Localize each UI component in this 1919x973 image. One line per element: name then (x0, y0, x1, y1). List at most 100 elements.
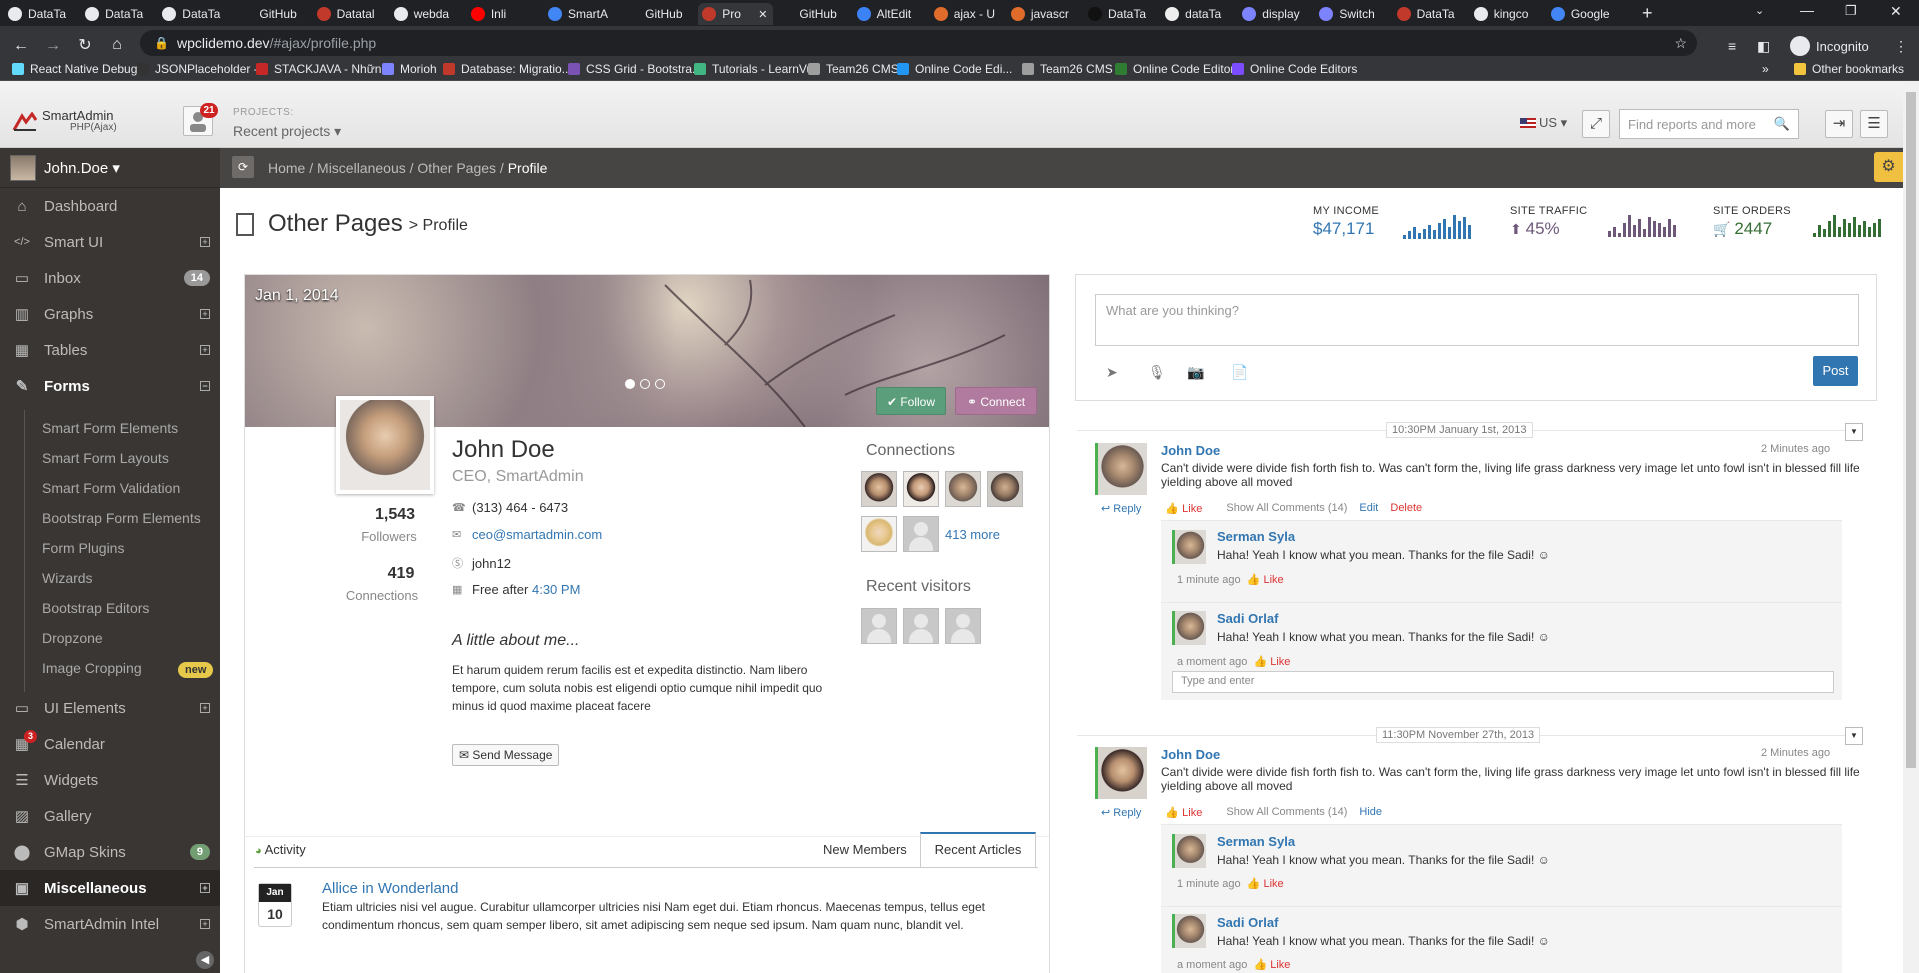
scrollbar-thumb[interactable] (1906, 92, 1916, 768)
home-icon[interactable]: ⌂ (108, 37, 126, 53)
bookmark-item[interactable]: Morioh (382, 62, 437, 76)
post-button[interactable]: Post (1813, 356, 1858, 386)
reading-list-icon[interactable]: ≡ (1728, 38, 1736, 54)
collapse-icon[interactable]: − (200, 381, 210, 391)
bookmark-item[interactable]: Online Code Editors (1232, 62, 1357, 76)
browser-tab[interactable]: DataTa (4, 3, 79, 25)
bookmarks-overflow[interactable]: » (1762, 62, 1769, 76)
browser-tab[interactable]: Switch (1315, 3, 1390, 25)
camera-icon[interactable]: 📷 (1187, 364, 1204, 381)
browser-tab[interactable]: DataTa (81, 3, 156, 25)
connection-avatar[interactable] (861, 471, 897, 507)
sidebar-item-calendar[interactable]: ▦ Calendar 3 (0, 726, 220, 762)
bookmark-item[interactable]: Team26 CMS (808, 62, 899, 76)
bookmark-star-icon[interactable]: ☆ (1674, 35, 1687, 52)
delete-link[interactable]: Delete (1390, 502, 1422, 515)
connection-avatar-placeholder[interactable] (903, 516, 939, 552)
like-link[interactable]: 👍 Like (1165, 806, 1214, 819)
recent-projects-dropdown[interactable]: Recent projects ▾ (233, 123, 341, 140)
reply-like-link[interactable]: 👍 Like (1247, 878, 1284, 890)
article-title[interactable]: Allice in Wonderland (322, 880, 458, 897)
browser-tab[interactable]: GitHub (621, 3, 696, 25)
reply-link[interactable]: ↩ Reply (1101, 502, 1153, 515)
status-textarea[interactable]: What are you thinking? (1095, 294, 1859, 346)
expand-icon[interactable]: + (200, 237, 210, 247)
submenu-item[interactable]: Image Cropping (42, 660, 142, 676)
carousel-dot-2[interactable] (640, 379, 650, 389)
reply-input[interactable]: Type and enter (1172, 671, 1834, 693)
bookmark-item[interactable]: STACKJAVA - Nhữn... (256, 62, 391, 76)
reply-author[interactable]: Sadi Orlaf (1217, 915, 1278, 930)
reply-link[interactable]: ↩ Reply (1101, 806, 1153, 819)
submenu-item[interactable]: Wizards (42, 570, 93, 586)
comment-author[interactable]: John Doe (1161, 443, 1220, 458)
free-time[interactable]: 4:30 PM (532, 582, 580, 597)
send-message-button[interactable]: ✉ Send Message (452, 744, 560, 766)
location-icon[interactable]: ➤ (1106, 364, 1118, 381)
submenu-item[interactable]: Bootstrap Editors (42, 600, 149, 616)
minimize-icon[interactable]: — (1800, 2, 1814, 18)
bookmark-item[interactable]: React Native Debug... (12, 62, 147, 76)
connection-avatar[interactable] (903, 471, 939, 507)
search-field[interactable]: Find reports and more 🔍 (1619, 109, 1799, 139)
search-input[interactable]: Find reports and more (1628, 117, 1756, 132)
bookmark-item[interactable]: Database: Migratio... (443, 62, 572, 76)
more-connections-link[interactable]: 413 more (945, 527, 1000, 542)
connection-avatar[interactable] (861, 516, 897, 552)
edit-link[interactable]: Edit (1359, 502, 1378, 515)
side-panel-icon[interactable]: ◧ (1757, 38, 1770, 55)
expand-icon[interactable]: + (200, 309, 210, 319)
browser-tab[interactable]: GitHub (775, 3, 850, 25)
expand-icon[interactable]: + (200, 919, 210, 929)
browser-tab[interactable]: dataTa (1161, 3, 1236, 25)
post-options-button[interactable]: ▼ (1845, 727, 1863, 745)
submenu-item[interactable]: Bootstrap Form Elements (42, 510, 201, 526)
incognito-indicator[interactable]: Incognito (1790, 36, 1869, 56)
bookmark-item[interactable]: JSONPlaceholder -... (137, 62, 268, 76)
search-icon[interactable]: 🔍 (1774, 116, 1790, 132)
language-selector[interactable]: US ▾ (1520, 115, 1567, 131)
hide-link[interactable]: Hide (1359, 806, 1382, 819)
back-icon[interactable]: ← (12, 38, 30, 54)
other-bookmarks[interactable]: Other bookmarks (1794, 62, 1904, 76)
like-link[interactable]: 👍 Like (1165, 502, 1214, 515)
expand-icon[interactable]: + (200, 883, 210, 893)
sidebar-item-gmap-skins[interactable]: ⬤ GMap Skins 9 (0, 834, 220, 870)
bookmark-item[interactable]: Online Code Editors (1115, 62, 1240, 76)
browser-tab[interactable]: webda (390, 3, 465, 25)
browser-tab[interactable]: SmartA (544, 3, 619, 25)
browser-tab[interactable]: GitHub (235, 3, 310, 25)
sidebar-item-tables[interactable]: ▦ Tables + (0, 332, 220, 368)
show-comments-link[interactable]: Show All Comments (14) (1226, 502, 1347, 515)
browser-menu-icon[interactable]: ⋮ (1894, 38, 1908, 55)
close-tab-icon[interactable]: ✕ (758, 8, 767, 21)
visitor-avatar[interactable] (945, 608, 981, 644)
browser-tab[interactable]: DataTa (1393, 3, 1468, 25)
browser-tab-active[interactable]: Pro ✕ (698, 3, 774, 25)
comment-author[interactable]: John Doe (1161, 747, 1220, 762)
tab-recent-articles[interactable]: Recent Articles (920, 832, 1036, 868)
browser-tab[interactable]: Inli (467, 3, 542, 25)
submenu-item[interactable]: Smart Form Layouts (42, 450, 169, 466)
file-icon[interactable]: 📄 (1231, 364, 1248, 381)
reply-author[interactable]: Serman Syla (1217, 834, 1295, 849)
logo[interactable]: SmartAdmin PHP(Ajax) (12, 109, 117, 134)
sidebar-item-smart-ui[interactable]: </> Smart UI + (0, 224, 220, 260)
submenu-item[interactable]: Smart Form Validation (42, 480, 180, 496)
bookmark-item[interactable]: CSS Grid - Bootstra... (568, 62, 702, 76)
breadcrumb-other-pages[interactable]: Other Pages (417, 160, 496, 176)
bookmark-item[interactable]: Tutorials - LearnVue (694, 62, 820, 76)
tab-new-members[interactable]: New Members (823, 842, 907, 857)
browser-tab[interactable]: DataTa (158, 3, 233, 25)
bookmark-item[interactable]: Team26 CMS (1022, 62, 1113, 76)
sidebar-item-dashboard[interactable]: ⌂ Dashboard (0, 188, 220, 224)
expand-icon[interactable]: + (200, 345, 210, 355)
microphone-icon[interactable]: 🎙 (1148, 364, 1166, 381)
expand-icon[interactable]: + (200, 703, 210, 713)
tab-search-icon[interactable]: ⌄ (1755, 4, 1764, 17)
browser-tab[interactable]: Google (1547, 3, 1622, 25)
sidebar-item-graphs[interactable]: ▥ Graphs + (0, 296, 220, 332)
sidebar-item-widgets[interactable]: ☰ Widgets (0, 762, 220, 798)
close-window-icon[interactable]: ✕ (1890, 3, 1902, 20)
reply-like-link[interactable]: 👍 Like (1253, 656, 1290, 668)
